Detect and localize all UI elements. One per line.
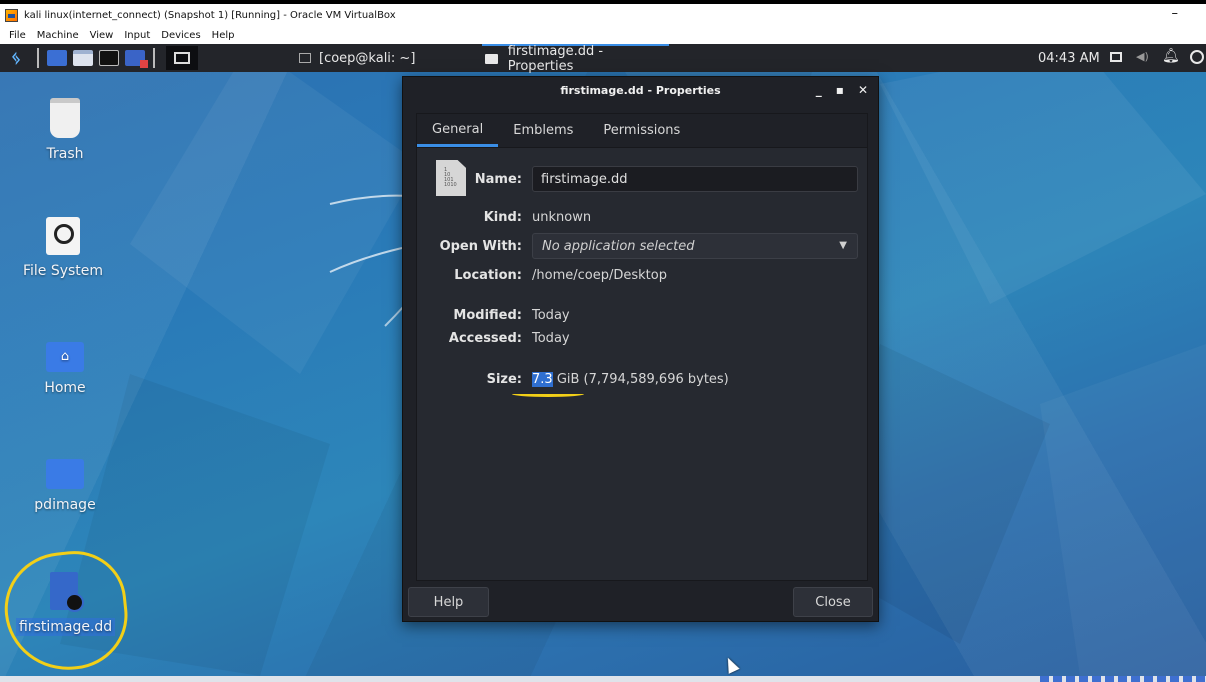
- menu-view[interactable]: View: [90, 30, 114, 41]
- tab-bar: General Emblems Permissions: [417, 114, 867, 148]
- kind-value: unknown: [532, 209, 592, 225]
- panel-separator: [37, 48, 39, 68]
- chevron-down-icon: ▼: [839, 240, 847, 251]
- notification-bell-icon[interactable]: 🔔︎: [1162, 48, 1180, 64]
- modified-label: Modified:: [453, 307, 522, 323]
- close-button[interactable]: Close: [793, 587, 873, 617]
- guest-desktop: ᛃ [coep@kali: ~] firstimage.dd - Propert…: [0, 44, 1206, 676]
- volume-icon[interactable]: ◀): [1136, 50, 1149, 63]
- taskbar-properties-label: firstimage.dd - Properties: [507, 44, 604, 74]
- desktop-icon-label: Trash: [46, 146, 84, 162]
- drive-icon: [46, 217, 80, 255]
- folder-icon: [485, 54, 498, 64]
- kind-row: Kind: unknown: [417, 205, 869, 229]
- size-rest-text: GiB (7,794,589,696 bytes): [552, 371, 729, 387]
- modified-row: Modified: Today: [417, 303, 869, 327]
- tab-panel: General Emblems Permissions 1 10 101 101…: [416, 113, 868, 581]
- desktop-icon-home[interactable]: ⌂ Home: [17, 342, 113, 396]
- tab-permissions[interactable]: Permissions: [588, 114, 695, 147]
- annotation-underline: [512, 391, 584, 397]
- menu-help[interactable]: Help: [212, 30, 235, 41]
- dialog-close-icon[interactable]: ✕: [858, 83, 868, 97]
- name-label: Name:: [474, 171, 522, 187]
- terminal-launcher-icon[interactable]: [99, 50, 119, 66]
- menu-machine[interactable]: Machine: [37, 30, 79, 41]
- open-with-row: Open With: No application selected ▼: [417, 233, 869, 259]
- host-status-icons: [1040, 676, 1206, 682]
- host-window-title: kali linux(internet_connect) (Snapshot 1…: [24, 9, 396, 21]
- help-button[interactable]: Help: [408, 587, 489, 617]
- size-selected-text: 7.3: [532, 371, 553, 387]
- dialog-minimize-icon[interactable]: _: [816, 83, 822, 97]
- menu-devices[interactable]: Devices: [161, 30, 200, 41]
- file-manager-icon[interactable]: [73, 50, 93, 66]
- size-value[interactable]: 7.3 GiB (7,794,589,696 bytes): [532, 371, 729, 387]
- home-folder-icon: ⌂: [46, 342, 84, 372]
- app-launcher-icon[interactable]: [125, 50, 148, 68]
- location-value: /home/coep/Desktop: [532, 267, 667, 283]
- dialog-title: firstimage.dd - Properties: [560, 83, 721, 97]
- desktop-icon-label: pdimage: [34, 497, 96, 513]
- panel-separator: [153, 48, 155, 68]
- host-menubar: File Machine View Input Devices Help: [0, 26, 1206, 44]
- tab-emblems[interactable]: Emblems: [498, 114, 588, 147]
- desktop-icon-label: Home: [44, 380, 86, 396]
- dialog-titlebar[interactable]: firstimage.dd - Properties _ ▪ ✕: [403, 77, 878, 103]
- open-with-label: Open With:: [439, 238, 522, 254]
- accessed-value: Today: [532, 330, 570, 346]
- accessed-label: Accessed:: [448, 330, 522, 346]
- dialog-maximize-icon[interactable]: ▪: [836, 83, 844, 97]
- taskbar-properties[interactable]: firstimage.dd - Properties: [482, 44, 669, 74]
- name-input[interactable]: firstimage.dd: [532, 166, 858, 192]
- kind-label: Kind:: [483, 209, 522, 225]
- size-label: Size:: [486, 371, 522, 387]
- power-icon[interactable]: [1190, 50, 1204, 64]
- desktop-icon-file-system[interactable]: File System: [15, 217, 111, 279]
- open-with-value: No application selected: [542, 238, 695, 254]
- name-row: Name: firstimage.dd: [417, 166, 869, 192]
- taskbar-terminal-label: [coep@kali: ~]: [319, 50, 416, 66]
- taskbar-terminal[interactable]: [coep@kali: ~]: [299, 44, 415, 72]
- desktop-icon-label: File System: [22, 263, 104, 279]
- location-label: Location:: [454, 267, 522, 283]
- folder-icon: [46, 459, 84, 489]
- properties-dialog: firstimage.dd - Properties _ ▪ ✕ General…: [402, 76, 879, 622]
- show-desktop-icon[interactable]: [47, 50, 67, 66]
- minimize-button[interactable]: –: [1172, 6, 1179, 21]
- panel-clock[interactable]: 04:43 AM: [1038, 44, 1100, 72]
- accessed-row: Accessed: Today: [417, 326, 869, 350]
- workspace-icon: [174, 52, 190, 64]
- kali-menu-icon[interactable]: ᛃ: [0, 44, 32, 72]
- virtualbox-icon: [5, 8, 18, 22]
- host-statusbar: [0, 676, 1206, 682]
- size-row: Size: 7.3 GiB (7,794,589,696 bytes): [417, 367, 869, 391]
- open-with-select[interactable]: No application selected ▼: [532, 233, 858, 259]
- menu-file[interactable]: File: [9, 30, 26, 41]
- workspace-switcher[interactable]: [166, 46, 198, 70]
- trash-icon: [50, 98, 80, 138]
- host-titlebar: kali linux(internet_connect) (Snapshot 1…: [0, 4, 1206, 26]
- tab-general[interactable]: General: [417, 114, 499, 147]
- menu-input[interactable]: Input: [124, 30, 150, 41]
- terminal-icon: [299, 53, 311, 63]
- desktop-icon-trash[interactable]: Trash: [17, 98, 113, 162]
- screen-icon[interactable]: [1110, 52, 1122, 62]
- desktop-icon-pdimage[interactable]: pdimage: [17, 459, 113, 513]
- location-row: Location: /home/coep/Desktop: [417, 263, 869, 287]
- modified-value: Today: [532, 307, 570, 323]
